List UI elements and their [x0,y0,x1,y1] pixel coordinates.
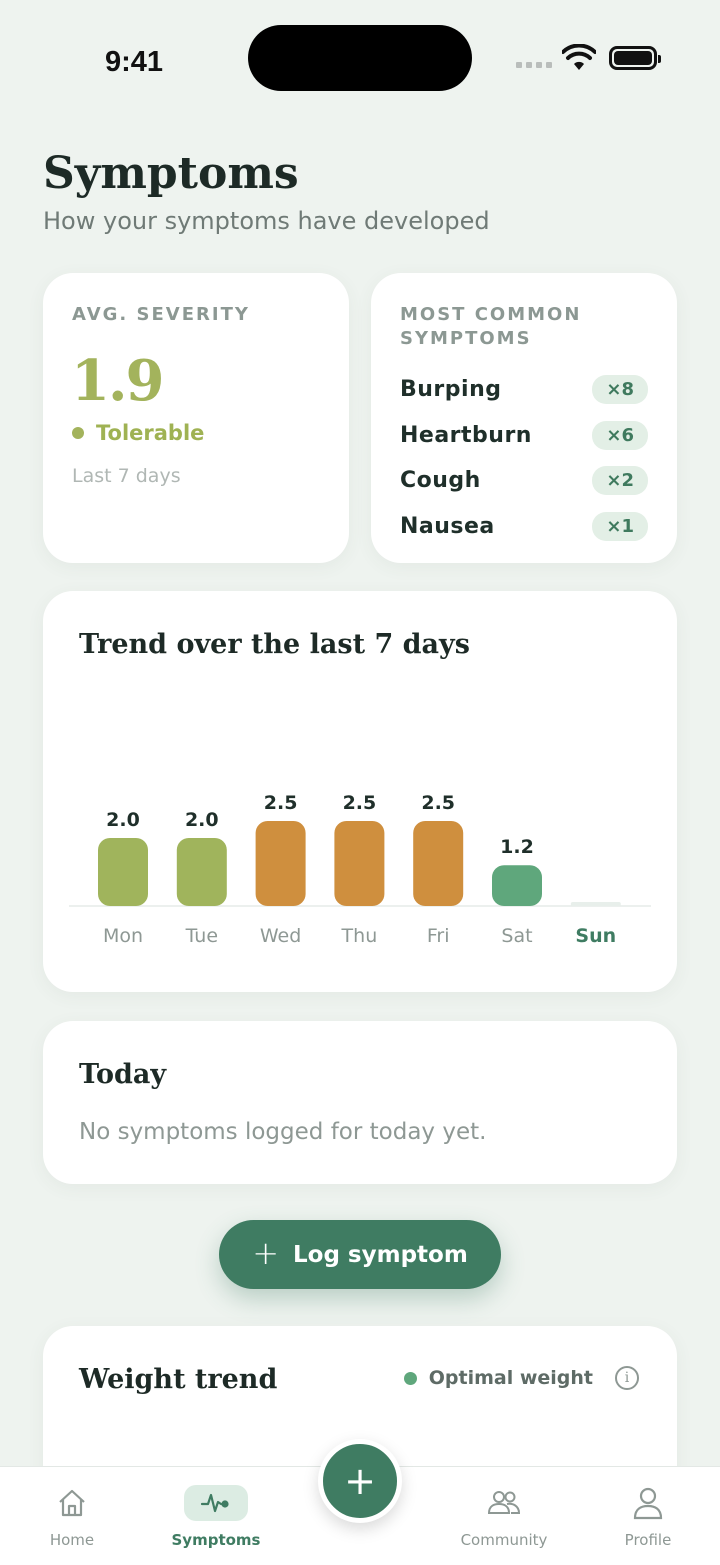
tab-home[interactable]: Home [12,1467,132,1565]
tab-community-label: Community [460,1531,548,1549]
info-icon[interactable]: i [615,1366,639,1390]
log-symptom-button[interactable]: + Log symptom [219,1220,501,1289]
people-icon [487,1485,521,1521]
chart-bar-sun[interactable] [570,902,621,906]
symptom-list: Burping ×8 Heartburn ×6 Cough ×2 Nausea … [400,367,648,549]
status-time: 9:41 [105,46,164,78]
legend-dot-icon [403,1371,417,1385]
weight-legend-label: Optimal weight [428,1367,593,1389]
chart-bar-fri[interactable] [413,821,464,906]
chart-value-label: 1.2 [500,836,534,858]
severity-status-text: Tolerable [96,421,205,445]
add-fab-button[interactable]: + [318,1439,402,1523]
trend-card: 2.0 Mon 2.0 Tue 2.5 Wed 2.5 Thu 2.5 Fri 1.2 Sat Sun … [43,591,677,992]
tab-profile[interactable]: Profile [588,1467,708,1565]
chart-bar-thu[interactable] [334,821,385,906]
symptom-row: Cough ×2 [400,458,648,504]
chart-bar-mon[interactable] [98,838,148,906]
chart-bar-wed[interactable] [255,821,306,906]
tab-home-label: Home [49,1531,95,1549]
symptom-name: Nausea [400,513,495,539]
chart-day-label: Thu [341,925,378,947]
symptom-name: Cough [400,468,481,494]
symptom-name: Burping [400,377,502,403]
battery-icon [609,46,661,70]
tab-community[interactable]: Community [444,1467,564,1565]
symptom-row: Heartburn ×6 [400,413,648,459]
tab-profile-label: Profile [624,1531,672,1549]
chart-day-label: Mon [103,925,143,947]
chart-value-label: 2.5 [264,792,298,814]
chart-value-label: 2.0 [185,809,219,831]
avg-severity-value: 1.9 [71,348,164,414]
chart-value-label: 2.5 [421,792,455,814]
weight-trend-title: Weight trend [79,1364,278,1395]
symptom-count-badge: ×6 [592,420,648,450]
avg-severity-card[interactable]: AVG. SEVERITY 1.9 Tolerable Last 7 days [43,273,349,563]
today-title: Today [79,1059,167,1090]
symptom-row: Nausea ×1 [400,504,648,550]
common-symptoms-card[interactable]: MOST COMMON SYMPTOMS Burping ×8 Heartbur… [371,273,677,563]
chart-day-label: Wed [260,925,301,947]
status-bar: 9:41 [0,0,720,120]
signal-icon [516,62,552,68]
log-symptom-label: Log symptom [293,1241,468,1268]
page-subtitle: How your symptoms have developed [43,207,490,235]
chart-value-label: 2.0 [106,809,140,831]
symptom-count-badge: ×2 [592,466,648,496]
person-icon [633,1485,663,1521]
dynamic-island [248,25,472,91]
plus-icon: + [344,1459,376,1503]
chart-bar-sat[interactable] [492,865,542,906]
avg-severity-label: AVG. SEVERITY [72,304,250,325]
page-title: Symptoms [43,148,299,199]
plus-icon: + [252,1233,279,1272]
wifi-icon [562,44,596,70]
tab-symptoms[interactable]: Symptoms [156,1467,276,1565]
chart-day-label: Tue [185,925,218,947]
symptom-name: Heartburn [400,422,532,448]
trend-title: Trend over the last 7 days [79,629,470,660]
chart-day-label: Sun [575,925,616,947]
chart-value-label: 2.5 [343,792,377,814]
symptom-row: Burping ×8 [400,367,648,413]
tab-symptoms-label: Symptoms [171,1531,261,1549]
status-dot-icon [72,427,84,439]
chart-bar-tue[interactable] [176,838,227,906]
today-empty-message: No symptoms logged for today yet. [79,1119,487,1145]
severity-status: Tolerable [72,421,204,445]
home-icon [56,1485,88,1521]
weight-legend: Optimal weight i [403,1366,639,1390]
symptom-count-badge: ×8 [592,375,648,405]
pulse-icon [184,1485,248,1521]
chart-day-label: Sat [501,925,532,947]
severity-period: Last 7 days [72,465,181,487]
symptom-count-badge: ×1 [592,511,648,541]
today-card: Today No symptoms logged for today yet. [43,1021,677,1184]
chart-day-label: Fri [427,925,450,947]
common-symptoms-label: MOST COMMON SYMPTOMS [400,304,582,349]
